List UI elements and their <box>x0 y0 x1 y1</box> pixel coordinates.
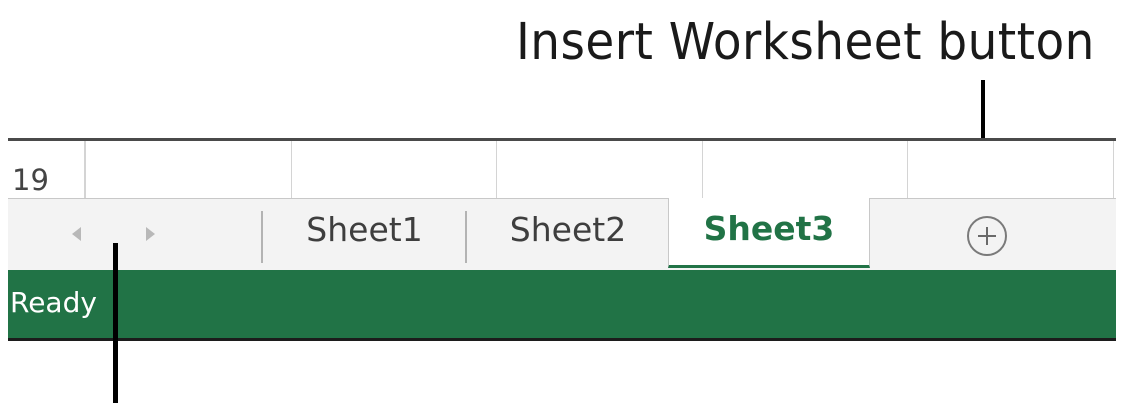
row-number: 19 <box>12 163 49 197</box>
excel-window-bottom: 19 Sheet1 Sheet2 Sheet3 Ready <box>8 138 1116 341</box>
callout-label: Insert Worksheet button <box>516 13 1095 72</box>
tab-separator <box>465 211 467 263</box>
column-divider <box>702 141 703 198</box>
row-header[interactable]: 19 <box>8 141 86 198</box>
sheet-tab-bar: Sheet1 Sheet2 Sheet3 <box>8 198 1116 270</box>
column-divider <box>496 141 497 198</box>
callout-pointer-line-scroll <box>113 243 118 403</box>
status-text: Ready <box>10 286 97 319</box>
tab-sheet3[interactable]: Sheet3 <box>668 198 870 268</box>
column-divider <box>1113 141 1114 198</box>
column-divider <box>291 141 292 198</box>
tab-separator <box>261 211 263 263</box>
plus-icon-stem <box>986 227 988 245</box>
grid-row: 19 <box>8 141 1116 198</box>
chevron-right-icon[interactable] <box>146 227 155 241</box>
column-divider <box>907 141 908 198</box>
chevron-left-icon[interactable] <box>72 227 81 241</box>
status-bar: Ready <box>8 270 1116 341</box>
tab-sheet2[interactable]: Sheet2 <box>468 199 668 271</box>
tab-sheet1[interactable]: Sheet1 <box>264 199 465 271</box>
insert-worksheet-button[interactable] <box>967 216 1007 256</box>
